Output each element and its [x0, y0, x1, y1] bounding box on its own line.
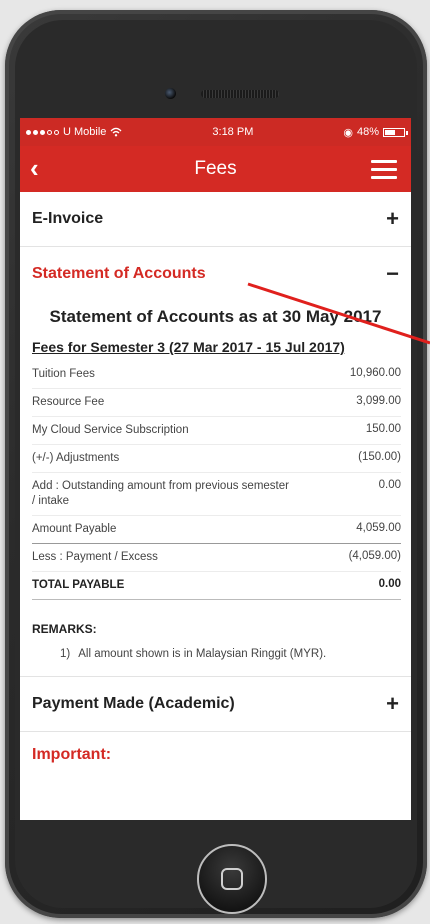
table-row: Resource Fee 3,099.00 — [32, 389, 401, 417]
table-row: Amount Payable 4,059.00 — [32, 516, 401, 544]
section-statement-title: Statement of Accounts — [32, 265, 206, 282]
fee-label: Resource Fee — [32, 396, 105, 408]
statement-heading: Statement of Accounts as at 30 May 2017 — [49, 307, 382, 326]
fee-amount: 0.00 — [378, 479, 401, 491]
total-amount: 0.00 — [378, 578, 401, 590]
app-screen: U Mobile 3:18 PM ◉ 48% ‹ Fees E-Invoice … — [20, 118, 411, 820]
expand-plus-icon[interactable]: + — [386, 691, 399, 717]
wifi-icon — [110, 127, 122, 137]
total-label: TOTAL PAYABLE — [32, 579, 125, 591]
table-row: Add : Outstanding amount from previous s… — [32, 473, 401, 516]
page-title: Fees — [194, 158, 237, 179]
remark-text: All amount shown is in Malaysian Ringgit… — [78, 648, 327, 660]
front-camera — [165, 88, 176, 99]
fee-label: Amount Payable — [32, 523, 117, 535]
table-row: (+/-) Adjustments (150.00) — [32, 445, 401, 473]
table-row: Less : Payment / Excess (4,059.00) — [32, 544, 401, 572]
fee-amount: (4,059.00) — [348, 550, 401, 562]
section-payment-title: Payment Made (Academic) — [32, 695, 235, 712]
fee-amount: 10,960.00 — [349, 367, 401, 379]
section-einvoice[interactable]: E-Invoice + — [20, 192, 411, 247]
total-row: TOTAL PAYABLE 0.00 — [32, 572, 401, 600]
fee-amount: 150.00 — [365, 423, 401, 435]
signal-dots-icon — [26, 129, 59, 135]
table-row: Tuition Fees 10,960.00 — [32, 361, 401, 389]
fee-label: (+/-) Adjustments — [32, 452, 120, 464]
battery-percent: 48% — [356, 126, 379, 138]
remark-item: 1) All amount shown is in Malaysian Ringg… — [20, 648, 411, 660]
fee-amount: (150.00) — [358, 451, 401, 463]
carrier-name: U Mobile — [63, 126, 107, 138]
important-heading: Important: — [32, 746, 112, 763]
collapse-minus-icon[interactable]: − — [386, 261, 399, 287]
fees-table: Tuition Fees 10,960.00 Resource Fee 3,09… — [20, 361, 411, 600]
rotation-lock-icon: ◉ — [343, 126, 353, 139]
remarks-title: REMARKS: — [32, 622, 97, 636]
section-payment[interactable]: Payment Made (Academic) + — [20, 676, 411, 732]
remark-number: 1) — [60, 648, 71, 660]
semester-heading: Fees for Semester 3 (27 Mar 2017 - 15 Ju… — [32, 339, 345, 355]
fee-label: Less : Payment / Excess — [32, 551, 158, 563]
section-einvoice-title: E-Invoice — [32, 210, 104, 227]
fee-label: My Cloud Service Subscription — [32, 424, 189, 436]
table-row: My Cloud Service Subscription 150.00 — [32, 417, 401, 445]
expand-plus-icon[interactable]: + — [386, 206, 399, 232]
hamburger-menu-icon[interactable] — [371, 160, 397, 180]
fee-label: Tuition Fees — [32, 368, 95, 380]
home-square-icon — [221, 868, 243, 890]
section-statement[interactable]: Statement of Accounts − — [20, 247, 411, 301]
fee-amount: 3,099.00 — [356, 395, 401, 407]
home-button[interactable] — [197, 844, 267, 914]
battery-icon — [382, 127, 408, 137]
clock: 3:18 PM — [212, 126, 254, 138]
nav-bar: ‹ Fees — [20, 146, 411, 192]
fee-amount: 4,059.00 — [356, 522, 401, 534]
status-bar: U Mobile 3:18 PM ◉ 48% — [20, 118, 411, 146]
back-chevron-icon[interactable]: ‹ — [30, 154, 39, 182]
earpiece-speaker — [201, 90, 279, 98]
fee-label: Add : Outstanding amount from previous s… — [32, 480, 289, 507]
